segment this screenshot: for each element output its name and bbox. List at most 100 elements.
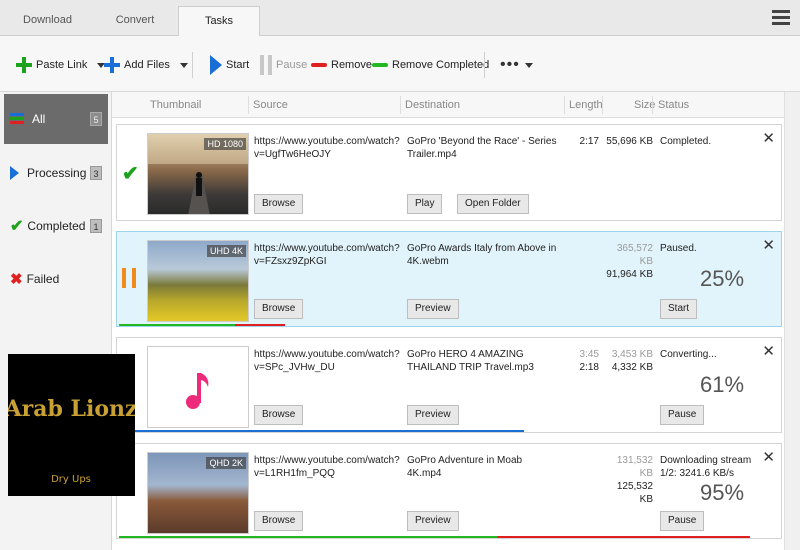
play-button[interactable]: Play	[407, 194, 443, 214]
browse-button[interactable]: Browse	[254, 405, 304, 425]
total-length: 3:45	[579, 349, 599, 360]
x-icon: ✖	[10, 271, 23, 288]
progress-percent: 25%	[700, 266, 745, 291]
sidebar-item-label: Processing	[27, 166, 87, 180]
column-header-destination[interactable]: Destination	[405, 99, 460, 111]
add-files-button[interactable]: Add Files	[104, 54, 188, 76]
remove-label: Remove	[331, 59, 372, 71]
status-text: Completed.	[660, 136, 712, 147]
scrollbar[interactable]	[784, 92, 800, 550]
column-header-source[interactable]: Source	[253, 99, 288, 111]
downloaded-size: 125,532 KB	[616, 481, 653, 505]
destination-file: GoPro Awards Italy from Above in 4K.webm	[407, 243, 557, 267]
column-header-thumbnail[interactable]: Thumbnail	[150, 99, 201, 111]
tab-convert[interactable]: Convert	[95, 6, 175, 36]
remove-completed-button[interactable]: Remove Completed	[372, 54, 489, 76]
lion-logo-icon: Arab Lionz Dry Ups	[4, 396, 138, 485]
status-text: Paused.	[660, 243, 697, 254]
source-url: https://www.youtube.com/watch?v=L1RH1fm_…	[254, 455, 400, 479]
size-value: 55,696 KB	[606, 136, 653, 147]
menu-icon[interactable]	[772, 10, 790, 26]
sidebar-item-label: Completed	[27, 219, 86, 233]
start-label: Start	[226, 59, 250, 71]
sidebar-item-processing[interactable]: Processing 3	[4, 148, 108, 198]
close-icon[interactable]: ✕	[762, 236, 775, 254]
close-icon[interactable]: ✕	[762, 342, 775, 360]
browse-button[interactable]: Browse	[254, 194, 304, 214]
converted-size: 4,332 KB	[611, 362, 653, 373]
pause-button[interactable]: Pause	[660, 511, 705, 531]
minus-icon	[372, 63, 388, 67]
check-icon: ✔	[10, 218, 24, 235]
source-url: https://www.youtube.com/watch?v=FZsxz9Zp…	[254, 243, 400, 267]
pause-button[interactable]: Pause	[260, 54, 307, 76]
pause-button[interactable]: Pause	[660, 405, 705, 425]
music-note-icon	[186, 373, 209, 409]
remove-completed-label: Remove Completed	[392, 59, 490, 71]
remove-button[interactable]: Remove	[311, 54, 372, 76]
svg-text:Arab Lionz: Arab Lionz	[8, 396, 135, 422]
watermark-logo: Arab Lionz Dry Ups	[4, 354, 138, 496]
minus-icon	[311, 63, 327, 67]
preview-button[interactable]: Preview	[407, 405, 459, 425]
task-row[interactable]: ✔ HD 1080 https://www.youtube.com/watch?…	[116, 124, 782, 221]
close-icon[interactable]: ✕	[762, 448, 775, 466]
tab-bar: Download Convert Tasks	[0, 0, 800, 37]
column-header-length[interactable]: Length	[569, 99, 603, 111]
start-button[interactable]: Start	[210, 54, 249, 76]
preview-button[interactable]: Preview	[407, 511, 459, 531]
open-folder-button[interactable]: Open Folder	[457, 194, 529, 214]
progress-bar	[119, 536, 750, 538]
resolution-badge: UHD 4K	[206, 245, 246, 257]
progress-percent: 61%	[700, 372, 745, 397]
resolution-badge: HD 1080	[204, 138, 246, 150]
start-button[interactable]: Start	[660, 299, 698, 319]
destination-file: GoPro HERO 4 AMAZING THAILAND TRIP Trave…	[407, 349, 534, 373]
list-icon	[10, 113, 24, 125]
pause-icon	[260, 55, 272, 75]
browse-button[interactable]: Browse	[254, 511, 304, 531]
total-size: 131,532 KB	[616, 455, 653, 479]
processed-length: 2:18	[579, 362, 599, 373]
pause-icon	[122, 268, 136, 288]
browse-button[interactable]: Browse	[254, 299, 304, 319]
pause-label: Pause	[276, 59, 308, 71]
plus-icon	[16, 57, 32, 73]
destination-file: GoPro 'Beyond the Race' - Series Trailer…	[407, 136, 557, 160]
sidebar-item-failed[interactable]: ✖ Failed	[4, 254, 108, 304]
more-button[interactable]: •••	[500, 54, 533, 76]
progress-percent: 95%	[700, 480, 745, 505]
sidebar-item-completed[interactable]: ✔ Completed 1	[4, 201, 108, 251]
paste-link-label: Paste Link	[36, 59, 88, 71]
chevron-down-icon[interactable]	[179, 62, 188, 68]
task-row[interactable]: UHD 4K https://www.youtube.com/watch?v=F…	[116, 231, 782, 327]
tab-download[interactable]: Download	[0, 6, 95, 36]
size-cell: 55,696 KB	[603, 135, 653, 148]
play-icon	[210, 55, 222, 75]
total-size: 3,453 KB	[611, 349, 653, 360]
sidebar-item-label: All	[32, 112, 46, 126]
size-cell: 365,572 KB 91,964 KB	[603, 242, 653, 281]
more-icon: •••	[500, 56, 520, 73]
close-icon[interactable]: ✕	[762, 129, 775, 147]
destination-file: GoPro Adventure in Moab 4K.mp4	[407, 455, 523, 479]
length-value: 2:17	[579, 136, 599, 147]
count-badge: 1	[90, 219, 102, 233]
toolbar: Paste Link Add Files Start Pause Remove …	[0, 36, 800, 92]
length-cell: 2:17	[559, 135, 599, 148]
add-files-label: Add Files	[124, 59, 170, 71]
task-row[interactable]: QHD 2K https://www.youtube.com/watch?v=L…	[116, 443, 782, 539]
completed-icon: ✔	[122, 163, 139, 185]
paste-link-button[interactable]: Paste Link	[16, 54, 106, 76]
count-badge: 5	[90, 112, 102, 126]
plus-icon	[104, 57, 120, 73]
sidebar-item-all[interactable]: All 5	[4, 94, 108, 144]
status-text: Downloading stream 1/2: 3241.6 KB/s	[660, 455, 752, 479]
downloaded-size: 91,964 KB	[606, 269, 653, 280]
column-header-status[interactable]: Status	[658, 99, 689, 111]
preview-button[interactable]: Preview	[407, 299, 459, 319]
tab-tasks[interactable]: Tasks	[178, 6, 260, 37]
status-text: Converting...	[660, 349, 717, 360]
task-row[interactable]: https://www.youtube.com/watch?v=SPc_JVHw…	[116, 337, 782, 433]
resolution-badge: QHD 2K	[206, 457, 246, 469]
